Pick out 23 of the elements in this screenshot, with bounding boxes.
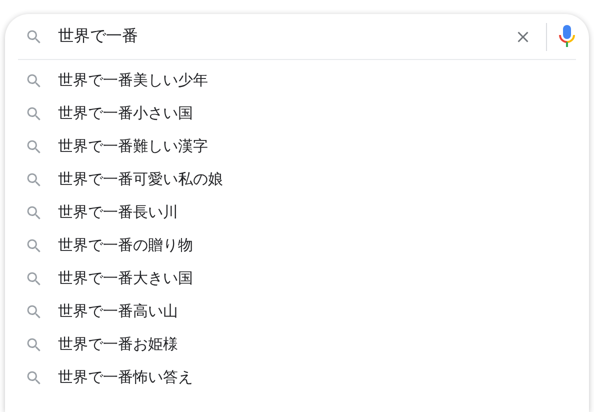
suggestion-item[interactable]: 世界で一番高い山 (5, 295, 589, 328)
suggestion-item[interactable]: 世界で一番美しい少年 (5, 64, 589, 97)
search-field[interactable]: 世界で一番 (58, 26, 514, 47)
suggestion-item[interactable]: 世界で一番大きい国 (5, 262, 589, 295)
search-icon (25, 236, 43, 254)
suggestion-item[interactable]: 世界で一番小さい国 (5, 97, 589, 130)
suggestion-item[interactable]: 世界で一番難しい漢字 (5, 130, 589, 163)
search-icon (25, 336, 43, 354)
suggestion-item[interactable]: 世界で一番お姫様 (5, 328, 589, 361)
search-icon (25, 72, 43, 90)
search-icon (25, 28, 43, 46)
search-icon (25, 270, 43, 288)
search-icon (25, 138, 43, 156)
suggestion-item[interactable]: 世界で一番の贈り物 (5, 229, 589, 262)
suggestion-item[interactable]: 世界で一番怖い答え (5, 361, 589, 394)
search-icon (25, 170, 43, 188)
search-icon (25, 368, 43, 386)
search-icon (25, 104, 43, 122)
suggestion-item[interactable]: 世界で一番可愛い私の娘 (5, 163, 589, 196)
search-icon (25, 204, 43, 222)
microphone-icon[interactable] (559, 24, 575, 48)
search-icon (25, 302, 43, 320)
suggestion-item[interactable]: 世界で一番長い川 (5, 196, 589, 229)
